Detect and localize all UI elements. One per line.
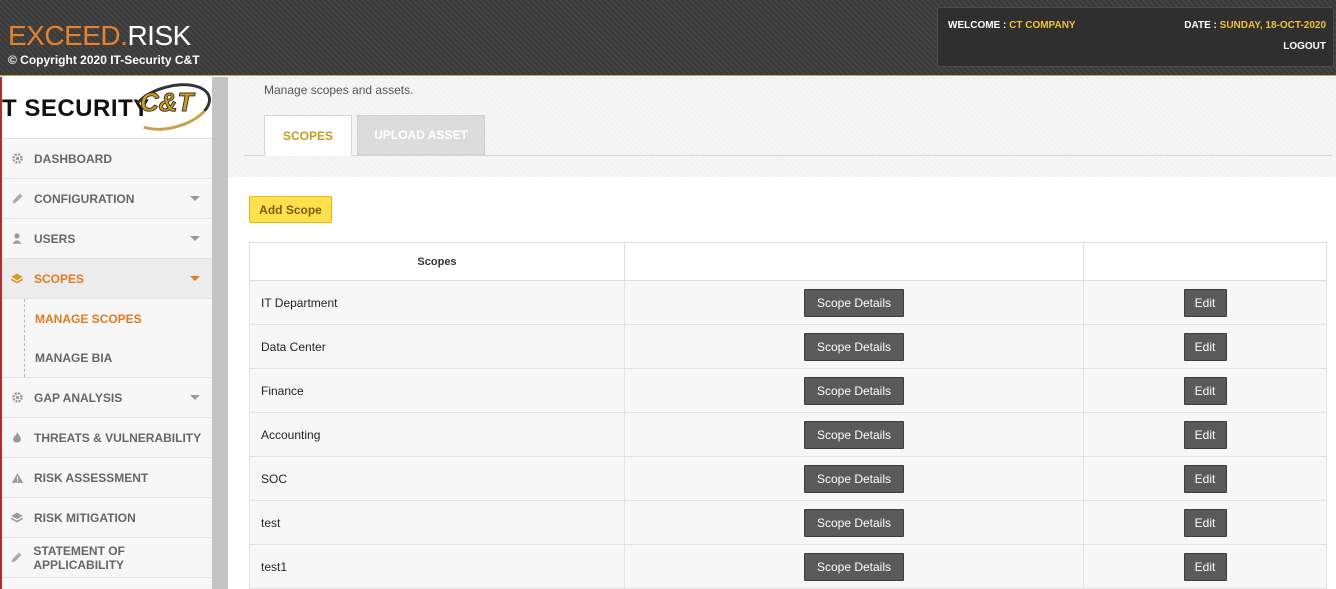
tab-upload-asset[interactable]: UPLOAD ASSET [357,115,485,155]
tabs-divider [244,155,1332,156]
sidebar: T SECURITY C&T DASHBOARD CONFIGURATION U… [0,75,217,589]
date-value: SUNDAY, 18-OCT-2020 [1219,20,1326,31]
table-row: SOC Scope Details Edit [249,456,1327,501]
column-header-details [624,242,1084,281]
scope-name: Data Center [249,324,625,369]
sidebar-item-label: GAP ANALYSIS [34,390,123,405]
table-row: test1 Scope Details Edit [249,544,1327,589]
welcome-text: WELCOME : CT COMPANY [948,20,1076,31]
user-info-box: WELCOME : CT COMPANY DATE : SUNDAY, 18-O… [937,7,1334,67]
scope-details-button[interactable]: Scope Details [804,552,904,581]
sidebar-item-dashboard[interactable]: DASHBOARD [2,139,212,179]
edit-button[interactable]: Edit [1183,420,1227,449]
sidebar-subitem-manage-scopes[interactable]: MANAGE SCOPES [2,299,212,338]
sidebar-item-risk-mitigation[interactable]: RISK MITIGATION [2,498,212,538]
welcome-company: CT COMPANY [1009,20,1076,31]
scope-details-button[interactable]: Scope Details [804,508,904,537]
page-subtitle: Manage scopes and assets. [264,83,414,97]
sidebar-item-label: DASHBOARD [34,151,112,166]
scope-details-button[interactable]: Scope Details [804,464,904,493]
sidebar-item-threats-vulnerability[interactable]: THREATS & VULNERABILITY [2,418,212,458]
column-header-scopes: Scopes [249,242,625,281]
sidebar-item-statement-of-applicability[interactable]: STATEMENT OF APPLICABILITY [2,538,212,578]
date-label: DATE : [1184,20,1220,31]
sidebar-subitem-manage-bia[interactable]: MANAGE BIA [2,338,212,377]
edit-button[interactable]: Edit [1183,508,1227,537]
sidebar-item-label: RISK ASSESSMENT [34,470,149,485]
scope-name: IT Department [249,280,625,325]
app-brand: EXCEED.RISK [8,20,191,52]
chevron-down-icon [190,196,200,201]
scope-details-button[interactable]: Scope Details [804,376,904,405]
sidebar-item-label: STATEMENT OF APPLICABILITY [33,543,125,572]
gear-icon [8,151,26,167]
scope-name: Accounting [249,412,625,457]
sidebar-item-scopes[interactable]: SCOPES [2,259,212,299]
welcome-label: WELCOME : [948,20,1010,31]
sidebar-item-label: USERS [34,231,76,246]
chevron-down-icon [190,236,200,241]
sidebar-item-users[interactable]: USERS [2,219,212,259]
company-logo: T SECURITY C&T [2,75,217,139]
warning-icon [8,470,26,486]
tab-scopes[interactable]: SCOPES [264,115,352,156]
user-icon [8,231,26,247]
edit-button[interactable]: Edit [1183,288,1227,317]
logout-link[interactable]: LOGOUT [1283,41,1326,52]
scope-details-button[interactable]: Scope Details [804,288,904,317]
gear-icon [8,390,26,406]
date-text: DATE : SUNDAY, 18-OCT-2020 [1184,20,1326,31]
table-row: Accounting Scope Details Edit [249,412,1327,457]
page-header-strip: Manage scopes and assets. SCOPES UPLOAD … [228,77,1336,177]
logo-text: T SECURITY [2,95,150,122]
scopes-submenu: MANAGE SCOPES MANAGE BIA [2,299,212,378]
table-row: IT Department Scope Details Edit [249,280,1327,325]
table-row: Finance Scope Details Edit [249,368,1327,413]
column-header-edit [1083,242,1327,281]
add-scope-button[interactable]: Add Scope [249,196,332,223]
table-row: Data Center Scope Details Edit [249,324,1327,369]
edit-button[interactable]: Edit [1183,376,1227,405]
sidebar-item-configuration[interactable]: CONFIGURATION [2,179,212,219]
brand-exceed: EXCEED. [8,20,128,51]
top-header: EXCEED.RISK © Copyright 2020 IT-Security… [0,0,1336,76]
fire-icon [8,430,26,446]
pencil-icon [8,550,25,566]
scopes-table: Scopes IT Department Scope Details Edit … [249,242,1327,589]
chevron-down-icon [190,395,200,400]
sidebar-item-risk-assessment[interactable]: RISK ASSESSMENT [2,458,212,498]
edit-button[interactable]: Edit [1183,464,1227,493]
copyright-text: © Copyright 2020 IT-Security C&T [8,53,200,67]
scope-name: test1 [249,544,625,589]
sidebar-item-label: SCOPES [34,271,85,286]
scope-name: Finance [249,368,625,413]
layers-icon [8,510,26,526]
sidebar-item-gap-analysis[interactable]: GAP ANALYSIS [2,378,212,418]
brand-risk: RISK [127,20,191,51]
sidebar-scrollbar[interactable] [212,77,228,589]
scope-details-button[interactable]: Scope Details [804,332,904,361]
table-row: test Scope Details Edit [249,500,1327,545]
scope-name: test [249,500,625,545]
sidebar-item-label: RISK MITIGATION [34,510,136,525]
edit-button[interactable]: Edit [1183,552,1227,581]
edit-button[interactable]: Edit [1183,332,1227,361]
scope-details-button[interactable]: Scope Details [804,420,904,449]
sidebar-item-label: THREATS & VULNERABILITY [34,430,202,445]
logo-mark: C&T [139,87,194,118]
sidebar-item-label: CONFIGURATION [34,191,135,206]
scope-name: SOC [249,456,625,501]
table-header-row: Scopes [249,242,1327,281]
main-content: Manage scopes and assets. SCOPES UPLOAD … [228,77,1336,589]
layers-icon [8,271,26,287]
pencil-icon [8,191,26,207]
chevron-down-icon [190,276,200,281]
